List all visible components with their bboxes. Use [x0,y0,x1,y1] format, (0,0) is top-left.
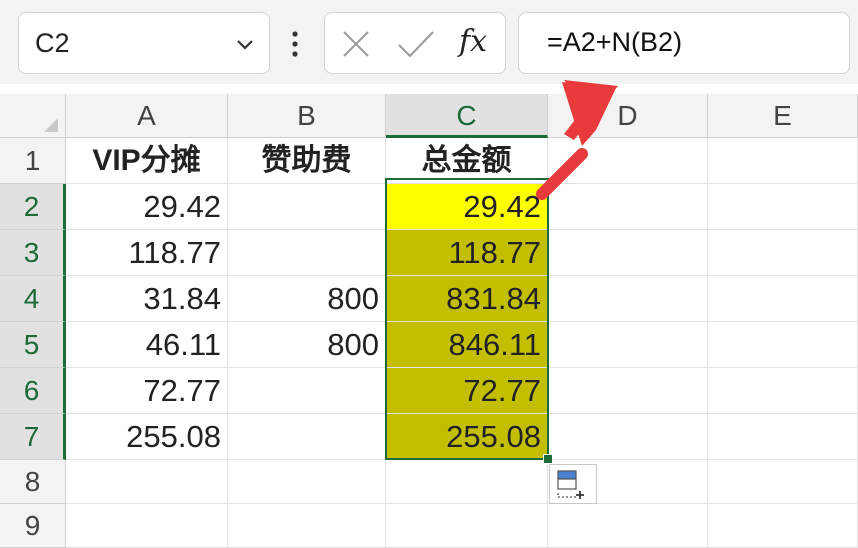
cell-b4[interactable]: 800 [228,276,386,322]
cell-c8[interactable] [386,460,548,504]
formula-input[interactable]: =A2+N(B2) [547,27,682,58]
cell-c4[interactable]: 831.84 [386,276,548,322]
cell-b8[interactable] [228,460,386,504]
vertical-dots-icon[interactable] [290,30,300,60]
cell-d4[interactable] [548,276,708,322]
cell-b5[interactable]: 800 [228,322,386,368]
quick-analysis-icon[interactable] [549,464,597,504]
formula-bar[interactable]: =A2+N(B2) [518,12,850,74]
cell-b6[interactable] [228,368,386,414]
cell-a7[interactable]: 255.08 [66,414,228,460]
cell-a1[interactable]: VIP分摊 [66,138,228,184]
cell-e8[interactable] [708,460,858,504]
cell-d3[interactable] [548,230,708,276]
cell-e1[interactable] [708,138,858,184]
cell-e7[interactable] [708,414,858,460]
cell-d7[interactable] [548,414,708,460]
check-icon[interactable] [397,29,435,59]
cell-b2[interactable] [228,184,386,230]
column-header-c[interactable]: C [386,94,548,138]
cell-a3[interactable]: 118.77 [66,230,228,276]
column-header-d[interactable]: D [548,94,708,138]
cell-c9[interactable] [386,504,548,548]
fx-icon[interactable]: fx [459,24,487,59]
cell-c1[interactable]: 总金额 [386,138,548,184]
cell-d6[interactable] [548,368,708,414]
cell-e5[interactable] [708,322,858,368]
cell-a9[interactable] [66,504,228,548]
cell-c3[interactable]: 118.77 [386,230,548,276]
cell-e2[interactable] [708,184,858,230]
row-header-2[interactable]: 2 [0,184,66,230]
cell-c6[interactable]: 72.77 [386,368,548,414]
close-icon[interactable] [341,29,371,59]
cell-d1[interactable] [548,138,708,184]
cell-e6[interactable] [708,368,858,414]
cell-e4[interactable] [708,276,858,322]
row-header-5[interactable]: 5 [0,322,66,368]
cell-c5[interactable]: 846.11 [386,322,548,368]
cell-e9[interactable] [708,504,858,548]
row-header-9[interactable]: 9 [0,504,66,548]
fill-handle[interactable] [543,454,553,464]
cell-c7[interactable]: 255.08 [386,414,548,460]
cell-d5[interactable] [548,322,708,368]
cell-b7[interactable] [228,414,386,460]
cell-b3[interactable] [228,230,386,276]
column-header-b[interactable]: B [228,94,386,138]
name-box[interactable]: C2 [18,12,270,74]
chevron-down-icon[interactable] [235,35,255,55]
formula-buttons: fx [324,12,506,74]
spreadsheet-grid: A B C D E 1 2 3 4 5 6 7 8 9 VIP分摊 赞助费 总金… [0,94,858,548]
row-header-8[interactable]: 8 [0,460,66,504]
cell-d9[interactable] [548,504,708,548]
cell-b1[interactable]: 赞助费 [228,138,386,184]
row-header-4[interactable]: 4 [0,276,66,322]
name-box-value[interactable]: C2 [35,28,70,59]
row-header-3[interactable]: 3 [0,230,66,276]
cell-d2[interactable] [548,184,708,230]
cell-a2[interactable]: 29.42 [66,184,228,230]
cell-a4[interactable]: 31.84 [66,276,228,322]
formula-toolbar: C2 fx =A2+N(B2) [0,0,858,84]
row-header-6[interactable]: 6 [0,368,66,414]
row-header-7[interactable]: 7 [0,414,66,460]
cell-b9[interactable] [228,504,386,548]
cell-e3[interactable] [708,230,858,276]
cell-a5[interactable]: 46.11 [66,322,228,368]
column-header-e[interactable]: E [708,94,858,138]
cell-c2[interactable]: 29.42 [386,184,548,230]
cell-a6[interactable]: 72.77 [66,368,228,414]
row-header-1[interactable]: 1 [0,138,66,184]
column-header-a[interactable]: A [66,94,228,138]
select-all-corner[interactable] [0,94,66,138]
cell-a8[interactable] [66,460,228,504]
